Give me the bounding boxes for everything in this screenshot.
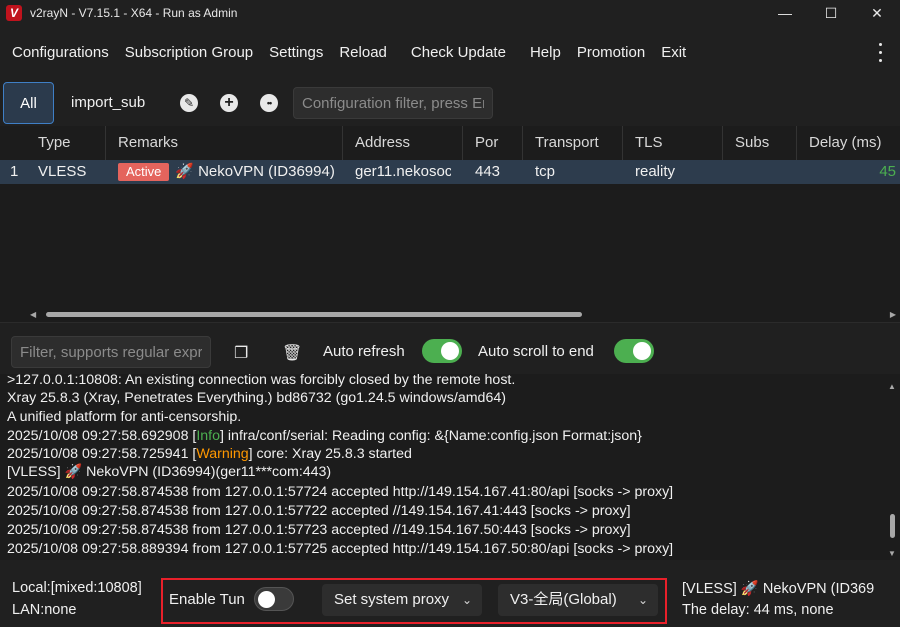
routing-dropdown[interactable]: V3-全局(Global) ⌄ (498, 584, 658, 616)
auto-refresh-label: Auto refresh (323, 343, 405, 360)
log-line: >127.0.0.1:10808: An existing connection… (7, 374, 516, 388)
log-level-info: Info (196, 428, 221, 444)
scroll-up-icon[interactable]: ▲ (888, 382, 896, 391)
title-bar: V v2rayN - V7.15.1 - X64 - Run as Admin … (0, 0, 900, 26)
enable-tun-toggle[interactable] (254, 587, 294, 611)
chevron-down-icon: ⌄ (461, 593, 472, 607)
scrollbar-thumb[interactable] (890, 514, 895, 538)
edit-icon[interactable]: ✎ (180, 94, 198, 112)
menu-check-update[interactable]: Check Update (403, 38, 514, 68)
minimize-button[interactable]: — (762, 0, 808, 26)
log-line: 2025/10/08 09:27:58.874538 from 127.0.0.… (7, 484, 674, 500)
menu-settings[interactable]: Settings (261, 38, 331, 68)
log-line: 2025/10/08 09:27:58.725941 [Warning] cor… (7, 446, 412, 462)
column-address[interactable]: Address (343, 126, 463, 160)
add-icon[interactable]: + (220, 94, 238, 112)
delay-status: The delay: 44 ms, none (682, 602, 834, 618)
horizontal-scrollbar[interactable]: ◀ ▶ (30, 310, 898, 319)
menu-configurations[interactable]: Configurations (4, 38, 117, 68)
log-output: >127.0.0.1:10808: An existing connection… (0, 374, 900, 560)
routing-value: V3-全局(Global) (510, 591, 617, 608)
scroll-down-icon[interactable]: ▼ (888, 549, 896, 558)
column-transport[interactable]: Transport (523, 126, 623, 160)
column-remarks[interactable]: Remarks (106, 126, 343, 160)
chevron-down-icon: ⌄ (637, 593, 648, 607)
rocket-icon: 🚀 (175, 163, 195, 180)
scroll-left-icon[interactable]: ◀ (30, 310, 36, 319)
system-proxy-dropdown[interactable]: Set system proxy ⌄ (322, 584, 482, 616)
window-title: v2rayN - V7.15.1 - X64 - Run as Admin (30, 6, 238, 20)
column-type[interactable]: Type (26, 126, 106, 160)
tab-import-sub[interactable]: import_sub (71, 94, 145, 111)
column-subs[interactable]: Subs (723, 126, 797, 160)
log-line: [VLESS] 🚀 NekoVPN (ID36994)(ger11***com:… (7, 464, 332, 480)
more-icon[interactable]: •• (260, 94, 278, 112)
log-filter-input[interactable] (11, 336, 211, 368)
status-bar: Local:[mixed:10808] LAN:none Enable Tun … (0, 560, 900, 627)
column-delay[interactable]: Delay (ms) (797, 126, 900, 160)
row-subs (723, 160, 797, 184)
copy-icon[interactable]: ❐ (234, 343, 248, 363)
subscription-tabs-bar: All import_sub ✎ + •• (0, 80, 900, 126)
scrollbar-thumb[interactable] (46, 312, 582, 317)
row-tls: reality (635, 163, 676, 180)
log-line: 2025/10/08 09:27:58.874538 from 127.0.0.… (7, 522, 631, 538)
more-options-icon[interactable] (876, 40, 884, 64)
row-transport: tcp (535, 163, 556, 180)
lan-status: LAN:none (12, 602, 77, 618)
row-remarks-text: NekoVPN (ID36994) (198, 163, 335, 180)
menu-help[interactable]: Help (522, 38, 569, 68)
scroll-right-icon[interactable]: ▶ (890, 310, 896, 319)
local-port-status: Local:[mixed:10808] (12, 580, 142, 596)
row-delay: 45 (879, 163, 896, 180)
menu-bar: Configurations Subscription Group Settin… (0, 26, 900, 80)
configuration-filter-input[interactable] (293, 87, 493, 119)
auto-scroll-label: Auto scroll to end (478, 343, 594, 360)
trash-icon[interactable]: 🗑 (282, 343, 302, 363)
maximize-button[interactable]: ☐ (808, 0, 854, 26)
column-port[interactable]: Por (463, 126, 523, 160)
row-index: 1 (10, 163, 19, 180)
active-badge: Active (118, 163, 170, 182)
column-tls[interactable]: TLS (623, 126, 723, 160)
system-proxy-value: Set system proxy (334, 591, 450, 608)
close-button[interactable]: ✕ (854, 0, 900, 26)
tab-all[interactable]: All (3, 82, 54, 124)
menu-subscription-group[interactable]: Subscription Group (117, 38, 261, 68)
enable-tun-label: Enable Tun (169, 591, 245, 608)
table-header: Type Remarks Address Por Transport TLS S… (0, 126, 900, 160)
row-type: VLESS (38, 163, 87, 180)
menu-exit[interactable]: Exit (653, 38, 694, 68)
menu-promotion[interactable]: Promotion (569, 38, 653, 68)
log-line: A unified platform for anti-censorship. (7, 409, 242, 425)
log-level-warning: Warning (196, 446, 249, 462)
log-line: 2025/10/08 09:27:58.889394 from 127.0.0.… (7, 541, 674, 557)
auto-refresh-toggle[interactable] (422, 339, 462, 363)
row-port: 443 (475, 163, 501, 180)
log-toolbar: ❐ 🗑 Auto refresh Auto scroll to end (0, 322, 900, 374)
auto-scroll-toggle[interactable] (614, 339, 654, 363)
log-line: Xray 25.8.3 (Xray, Penetrates Everything… (7, 390, 506, 406)
window-controls: — ☐ ✕ (762, 0, 900, 26)
current-server-status: [VLESS] 🚀 NekoVPN (ID369 (682, 581, 875, 597)
log-line: 2025/10/08 09:27:58.874538 from 127.0.0.… (7, 503, 631, 519)
row-remarks: Active 🚀 NekoVPN (ID36994) (106, 160, 343, 184)
vertical-scrollbar[interactable]: ▲ ▼ (887, 382, 897, 558)
server-table: Type Remarks Address Por Transport TLS S… (0, 126, 900, 322)
log-line: 2025/10/08 09:27:58.692908 [Info] infra/… (7, 428, 642, 444)
menu-reload[interactable]: Reload (331, 38, 395, 68)
table-row[interactable]: 1 VLESS Active 🚀 NekoVPN (ID36994) ger11.n… (0, 160, 900, 184)
v2rayn-logo-icon: V (6, 5, 22, 21)
row-address: ger11.nekosoc (355, 163, 451, 180)
